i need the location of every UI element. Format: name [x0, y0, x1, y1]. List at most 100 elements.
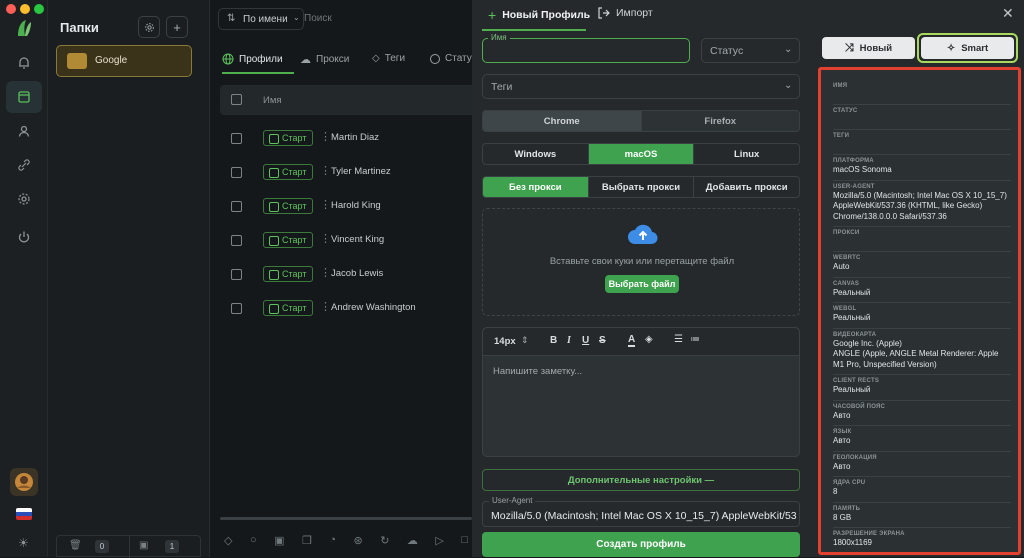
bullet-list-icon[interactable]: ≔	[690, 334, 700, 345]
trash-icon[interactable]: 🗑	[69, 540, 82, 551]
status-icon[interactable]: ○	[250, 534, 257, 546]
bold-icon[interactable]: B	[550, 335, 557, 346]
table-row[interactable]: Старт ⋮ Martin Diaz	[220, 121, 482, 155]
gear-icon[interactable]	[6, 183, 42, 215]
new-fingerprint-button[interactable]: ⤨ Новый	[822, 37, 915, 59]
profiles-nav-icon[interactable]	[6, 81, 42, 113]
start-button[interactable]: Старт	[263, 164, 313, 180]
link-icon[interactable]	[6, 149, 42, 181]
user-icon[interactable]	[6, 115, 42, 147]
folder-item-google[interactable]: Google	[56, 45, 192, 77]
row-checkbox[interactable]	[231, 167, 242, 178]
archive-icon[interactable]: ▣	[274, 534, 284, 547]
highlight-icon[interactable]: ◈	[645, 334, 653, 345]
table-row[interactable]: Старт ⋮ Tyler Martinez	[220, 155, 482, 189]
proxy-none[interactable]: Без прокси	[483, 177, 589, 197]
copy-icon[interactable]: ❐	[302, 534, 312, 547]
font-size-select[interactable]: 14px	[494, 336, 516, 347]
proxy-choose[interactable]: Выбрать прокси	[589, 177, 695, 197]
more-icon[interactable]: ⋮	[320, 300, 331, 313]
chevron-down-icon: ⌄	[784, 80, 793, 91]
row-checkbox[interactable]	[231, 269, 242, 280]
tab-status[interactable]: Статус	[430, 53, 477, 64]
user-agent-field[interactable]: User-Agent Mozilla/5.0 (Macintosh; Intel…	[482, 496, 800, 527]
strikethrough-icon[interactable]: S	[599, 335, 606, 346]
text-color-icon[interactable]: A	[628, 334, 636, 347]
browser-firefox[interactable]: Firefox	[641, 111, 799, 131]
search-input[interactable]: Поиск	[304, 13, 332, 24]
select-all-checkbox[interactable]	[231, 94, 242, 105]
folder-settings-button[interactable]	[138, 16, 160, 38]
create-profile-button[interactable]: Создать профиль	[482, 532, 800, 557]
row-checkbox[interactable]	[231, 201, 242, 212]
dropzone-text: Вставьте свои куки или перетащите файл	[549, 256, 735, 267]
browser-chrome[interactable]: Chrome	[483, 111, 642, 131]
archive-icon[interactable]: ▣	[139, 540, 148, 551]
advanced-settings-toggle[interactable]: Дополнительные настройки —	[482, 469, 800, 491]
refresh-icon[interactable]: ↻	[380, 534, 389, 547]
theme-icon[interactable]: ☀	[18, 536, 29, 550]
bell-icon[interactable]	[6, 47, 42, 79]
italic-icon[interactable]: I	[567, 335, 571, 346]
minimize-window-button[interactable]	[20, 4, 30, 14]
status-select[interactable]: Статус ⌄	[701, 38, 800, 63]
row-checkbox[interactable]	[231, 303, 242, 314]
os-windows[interactable]: Windows	[483, 144, 589, 164]
cookie-icon[interactable]: ◔	[329, 534, 336, 546]
cookie-dropzone[interactable]: Вставьте свои куки или перетащите файл В…	[482, 208, 800, 316]
table-row[interactable]: Старт ⋮ Jacob Lewis	[220, 257, 482, 291]
tag-icon[interactable]: ◇	[224, 534, 232, 547]
start-button[interactable]: Старт	[263, 300, 313, 316]
maximize-window-button[interactable]	[34, 4, 44, 14]
more-icon[interactable]: ⋮	[320, 198, 331, 211]
os-linux[interactable]: Linux	[694, 144, 799, 164]
horizontal-scrollbar[interactable]	[220, 517, 472, 520]
table-row[interactable]: Старт ⋮ Harold King	[220, 189, 482, 223]
start-button[interactable]: Старт	[263, 266, 313, 282]
tags-select[interactable]: Теги ⌄	[482, 74, 800, 99]
tab-import[interactable]: Импорт	[598, 7, 653, 19]
more-icon[interactable]: ⋮	[320, 232, 331, 245]
summary-item: СТАТУС	[833, 105, 1011, 130]
cloud-icon[interactable]: ☁	[407, 534, 418, 547]
start-button[interactable]: Старт	[263, 232, 313, 248]
sort-dropdown[interactable]: ⇅ По имени ⌄	[218, 8, 304, 30]
proxy-icon[interactable]: ⊛	[353, 534, 362, 547]
more-icon[interactable]: ⋮	[320, 164, 331, 177]
avatar[interactable]	[10, 468, 38, 496]
power-icon[interactable]	[6, 221, 42, 253]
stop-icon[interactable]: □	[461, 534, 468, 546]
tab-profiles[interactable]: Профили	[222, 53, 283, 65]
tab-new-profile[interactable]: + Новый Профиль	[488, 7, 590, 23]
close-icon[interactable]: ✕	[1002, 5, 1014, 22]
note-placeholder[interactable]: Напишите заметку...	[493, 366, 582, 377]
row-checkbox[interactable]	[231, 235, 242, 246]
table-row[interactable]: Старт ⋮ Andrew Washington	[220, 291, 482, 325]
choose-file-button[interactable]: Выбрать файл	[605, 275, 679, 293]
smart-button[interactable]: ✧ Smart	[921, 37, 1014, 59]
underline-icon[interactable]: U	[582, 335, 589, 346]
sort-label: По имени	[243, 14, 288, 25]
start-button[interactable]: Старт	[263, 198, 313, 214]
tab-tags[interactable]: ◇ Теги	[372, 53, 405, 64]
summary-label: ЧАСОВОЙ ПОЯС	[833, 403, 886, 410]
table-row[interactable]: Старт ⋮ Vincent King	[220, 223, 482, 257]
play-icon[interactable]: ▷	[435, 534, 443, 547]
row-checkbox[interactable]	[231, 133, 242, 144]
summary-item: ПАМЯТЬ 8 GB	[833, 503, 1011, 528]
start-button[interactable]: Старт	[263, 130, 313, 146]
folder-footer: 🗑 0 ▣ 1	[56, 535, 201, 558]
close-window-button[interactable]	[6, 4, 16, 14]
proxy-add[interactable]: Добавить прокси	[694, 177, 799, 197]
more-icon[interactable]: ⋮	[320, 130, 331, 143]
name-field[interactable]	[482, 38, 690, 63]
add-folder-button[interactable]: +	[166, 16, 188, 38]
more-icon[interactable]: ⋮	[320, 266, 331, 279]
stepper-icon[interactable]: ⇕	[521, 335, 529, 346]
os-macos[interactable]: macOS	[588, 144, 695, 164]
ordered-list-icon[interactable]: ☰	[674, 334, 683, 345]
summary-value: Реальный	[833, 287, 871, 297]
os-toggle: Windows macOS Linux	[482, 143, 800, 165]
language-flag-icon[interactable]	[16, 508, 32, 520]
tab-proxies[interactable]: ☁ Прокси	[300, 53, 349, 66]
